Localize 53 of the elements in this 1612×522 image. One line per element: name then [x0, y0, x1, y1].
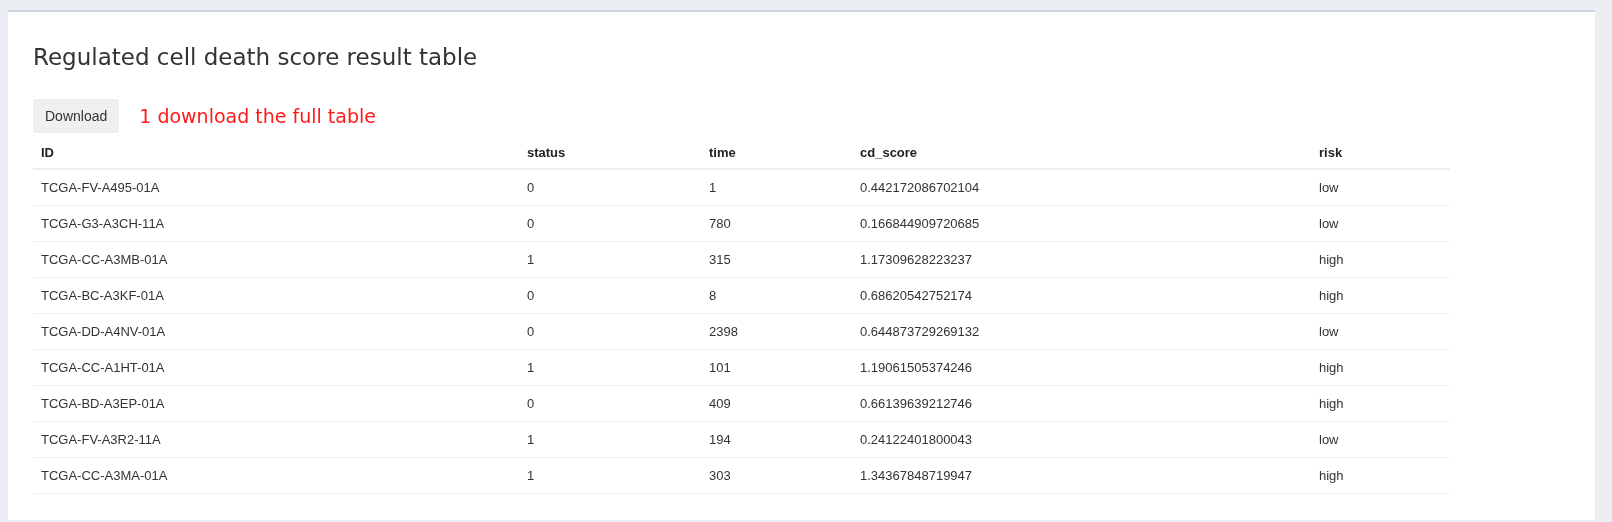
table-cell: 1.34367848719947: [852, 457, 1311, 494]
table-cell: TCGA-BC-A3KF-01A: [33, 277, 519, 314]
table-cell: 1: [519, 349, 701, 386]
table-cell: TCGA-CC-A3MA-01A: [33, 457, 519, 494]
table-cell: low: [1311, 169, 1450, 206]
column-header: ID: [33, 136, 519, 169]
table-cell: TCGA-G3-A3CH-11A: [33, 205, 519, 242]
column-header: time: [701, 136, 852, 169]
table-cell: low: [1311, 421, 1450, 458]
table-cell: 780: [701, 205, 852, 242]
table-cell: high: [1311, 277, 1450, 314]
table-cell: 0: [519, 169, 701, 206]
panel-title: Regulated cell death score result table: [33, 43, 479, 72]
table-cell: TCGA-BD-A3EP-01A: [33, 385, 519, 422]
download-button[interactable]: Download: [33, 99, 120, 133]
table-cell: TCGA-CC-A1HT-01A: [33, 349, 519, 386]
table-cell: 303: [701, 457, 852, 494]
table-cell: low: [1311, 205, 1450, 242]
table-cell: 0.644873729269132: [852, 313, 1311, 350]
table-cell: 1.17309628223237: [852, 241, 1311, 278]
column-header: cd_score: [852, 136, 1311, 169]
table-cell: TCGA-FV-A3R2-11A: [33, 421, 519, 458]
table-cell: 0.442172086702104: [852, 169, 1311, 206]
download-note: 1 download the full table: [139, 105, 376, 127]
table-cell: 0: [519, 385, 701, 422]
table-cell: high: [1311, 241, 1450, 278]
table-cell: 1: [519, 421, 701, 458]
table-cell: 194: [701, 421, 852, 458]
table-cell: 1: [701, 169, 852, 206]
table-cell: high: [1311, 349, 1450, 386]
table-cell: 1: [519, 457, 701, 494]
table-cell: 0: [519, 313, 701, 350]
table-cell: 0.166844909720685: [852, 205, 1311, 242]
table-cell: 409: [701, 385, 852, 422]
table-cell: 8: [701, 277, 852, 314]
table-cell: 2398: [701, 313, 852, 350]
table-cell: 1.19061505374246: [852, 349, 1311, 386]
table-cell: TCGA-CC-A3MB-01A: [33, 241, 519, 278]
column-header: status: [519, 136, 701, 169]
table-cell: 0: [519, 205, 701, 242]
table-cell: 0.66139639212746: [852, 385, 1311, 422]
table-cell: high: [1311, 457, 1450, 494]
table-cell: high: [1311, 385, 1450, 422]
table-cell: 315: [701, 241, 852, 278]
table-cell: 0: [519, 277, 701, 314]
table-cell: 0.68620542752174: [852, 277, 1311, 314]
table-cell: 0.24122401800043: [852, 421, 1311, 458]
table-cell: 101: [701, 349, 852, 386]
table-cell: low: [1311, 313, 1450, 350]
column-header: risk: [1311, 136, 1450, 169]
table-cell: 1: [519, 241, 701, 278]
table-cell: TCGA-FV-A495-01A: [33, 169, 519, 206]
table-cell: TCGA-DD-A4NV-01A: [33, 313, 519, 350]
